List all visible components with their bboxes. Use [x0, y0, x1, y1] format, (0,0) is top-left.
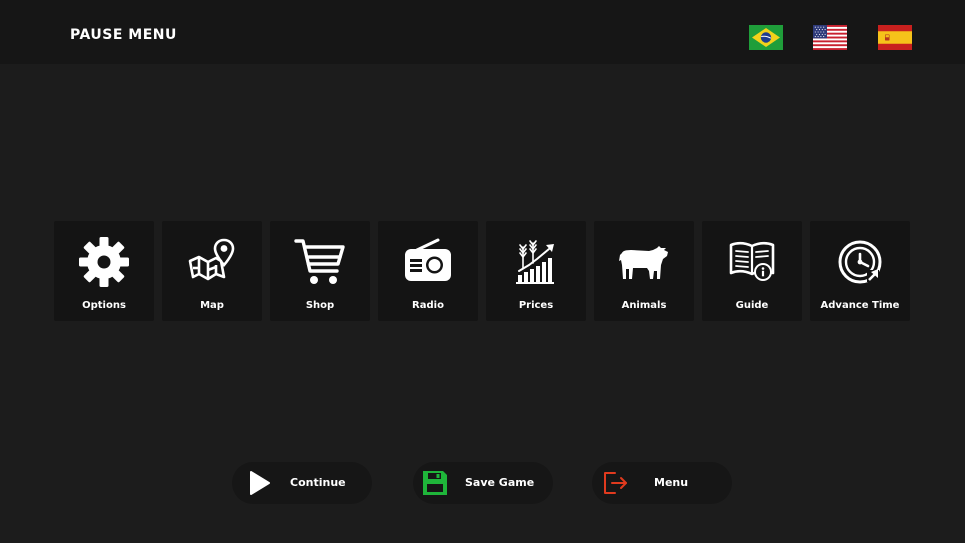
tile-label-shop: Shop — [305, 300, 335, 311]
tile-label-prices: Prices — [518, 300, 554, 311]
tile-label-options: Options — [82, 300, 126, 311]
page-title: PAUSE MENU — [70, 27, 177, 43]
guide-tile[interactable]: Guide — [702, 221, 802, 321]
cow-icon — [617, 235, 671, 289]
animals-tile[interactable]: Animals — [594, 221, 694, 321]
exit-icon — [602, 470, 628, 496]
flag-brazil-icon[interactable] — [749, 25, 783, 50]
tile-label-animals: Animals — [621, 300, 667, 311]
tile-label-advance-time: Advance Time — [820, 300, 900, 311]
menu-button[interactable]: Menu — [592, 462, 732, 504]
play-icon — [245, 470, 271, 496]
advance-time-tile[interactable]: Advance Time — [810, 221, 910, 321]
map-pin-icon — [185, 235, 239, 289]
menu-label: Menu — [654, 476, 689, 489]
save-game-label: Save Game — [465, 476, 535, 489]
radio-icon — [401, 235, 455, 289]
continue-label: Continue — [290, 476, 346, 489]
tile-label-map: Map — [200, 300, 224, 311]
tile-label-radio: Radio — [412, 300, 444, 311]
floppy-disk-icon — [422, 470, 448, 496]
prices-tile[interactable]: Prices — [486, 221, 586, 321]
crop-price-chart-icon — [509, 235, 563, 289]
options-tile[interactable]: Options — [54, 221, 154, 321]
map-tile[interactable]: Map — [162, 221, 262, 321]
top-bar: PAUSE MENU — [0, 0, 965, 64]
save-game-button[interactable]: Save Game — [413, 462, 553, 504]
shopping-cart-icon — [293, 235, 347, 289]
gear-icon — [77, 235, 131, 289]
shop-tile[interactable]: Shop — [270, 221, 370, 321]
continue-button[interactable]: Continue — [232, 462, 372, 504]
tile-label-guide: Guide — [735, 300, 769, 311]
clock-forward-icon — [833, 235, 887, 289]
guide-book-icon — [725, 235, 779, 289]
radio-tile[interactable]: Radio — [378, 221, 478, 321]
flag-usa-icon[interactable] — [813, 25, 847, 50]
flag-spain-icon[interactable] — [878, 25, 912, 50]
